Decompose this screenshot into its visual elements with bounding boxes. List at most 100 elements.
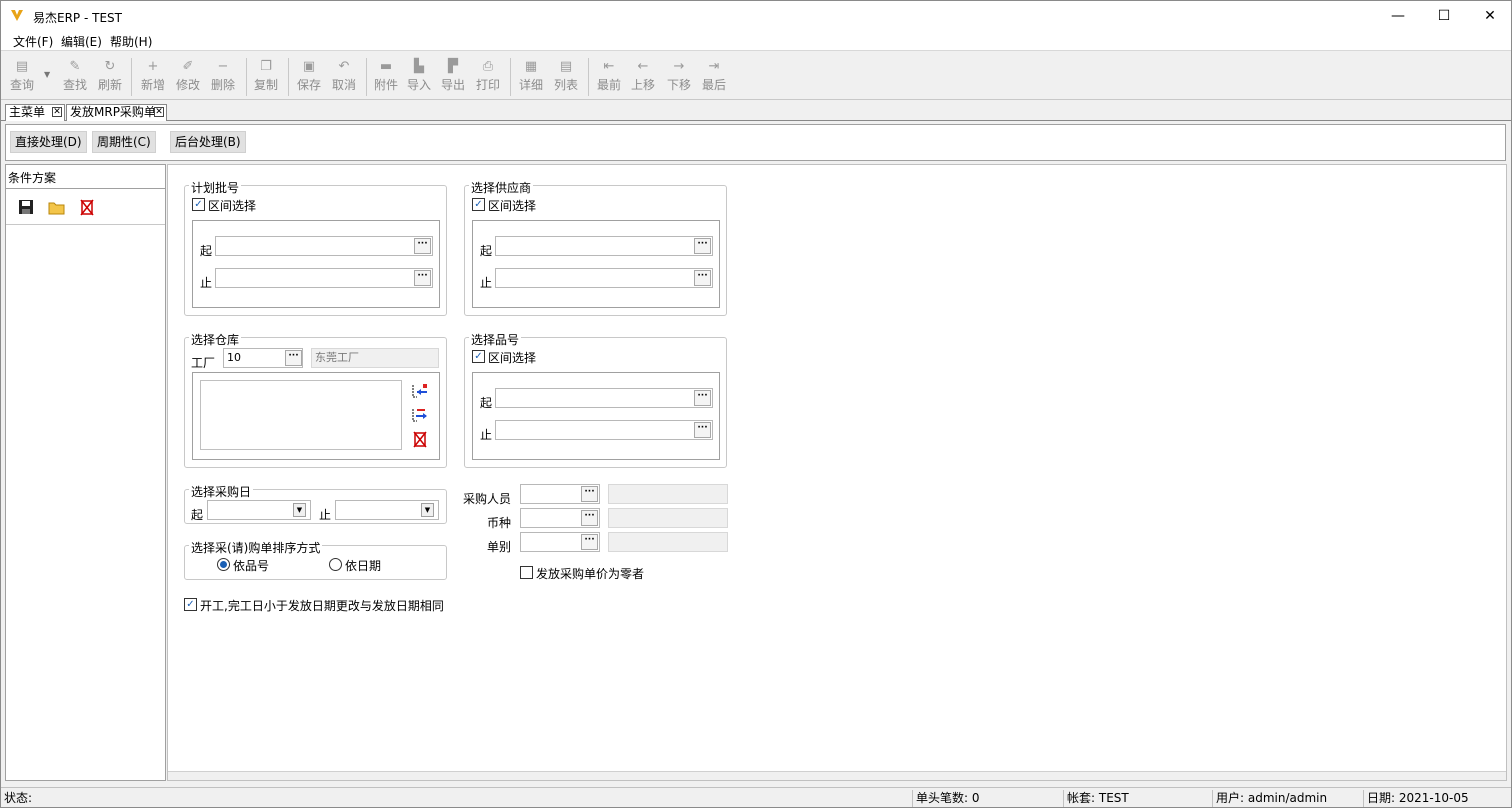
save-button[interactable]: ▣ 保存 [292, 56, 326, 98]
factory-lookup-button[interactable]: ··· [285, 350, 302, 366]
next-button[interactable]: → 下移 [662, 56, 696, 98]
edit-button[interactable]: ✐ 修改 [171, 56, 205, 98]
periodic-button[interactable]: 周期性(C) [92, 131, 156, 153]
item-to-lookup-button[interactable]: ··· [694, 422, 711, 438]
detail-button[interactable]: ▦ 详细 [514, 56, 548, 98]
list-button[interactable]: ▤ 列表 [549, 56, 583, 98]
factory-name-display: 东莞工厂 [311, 348, 439, 368]
list-icon: ▤ [559, 59, 573, 74]
plan-range-checkbox[interactable]: ✓ [192, 198, 205, 211]
doc-type-lookup-button[interactable]: ··· [581, 534, 598, 550]
tab-mrp-purchase[interactable]: 发放MRP采购单 ✕ [66, 104, 167, 121]
save-scheme-icon[interactable] [18, 199, 34, 215]
query-button[interactable]: ▤ 查询 [5, 56, 39, 98]
cancel-button[interactable]: ↶ 取消 [327, 56, 361, 98]
prev-button[interactable]: ← 上移 [626, 56, 660, 98]
insert-warehouse-icon[interactable] [411, 407, 429, 423]
item-range-checkbox[interactable]: ✓ [472, 350, 485, 363]
supplier-range-checkbox[interactable]: ✓ [472, 198, 485, 211]
item-range-box: 起 ··· 止 ··· [472, 372, 720, 460]
title-bar: 易杰ERP - TEST — ☐ ✕ [1, 1, 1511, 31]
warehouse-list[interactable] [200, 380, 402, 450]
chevron-down-icon[interactable]: ▼ [293, 503, 306, 517]
buyer-label: 采购人员 [463, 492, 512, 506]
supplier-range-label: 区间选择 [488, 199, 537, 213]
export-button[interactable]: ▛ 导出 [436, 56, 470, 98]
print-button[interactable]: ⎙ 打印 [471, 56, 505, 98]
divider [6, 188, 165, 189]
sort-by-item-label: 依品号 [233, 559, 270, 573]
plan-from-label: 起 [200, 244, 213, 258]
close-tab-icon[interactable]: ✕ [52, 107, 62, 117]
add-icon: + [147, 59, 159, 74]
copy-button[interactable]: ❐ 复制 [249, 56, 283, 98]
buyer-lookup-button[interactable]: ··· [581, 486, 598, 502]
chevron-down-icon[interactable]: ▼ [421, 503, 434, 517]
undo-icon: ↶ [338, 59, 350, 74]
query-dropdown-icon[interactable]: ▼ [44, 70, 50, 79]
buyer-name-display [608, 484, 728, 504]
import-icon: ▙ [414, 59, 424, 74]
plan-from-input[interactable] [215, 236, 433, 256]
supplier-from-input[interactable] [495, 236, 713, 256]
plan-range-label: 区间选择 [208, 199, 257, 213]
find-icon: ✎ [69, 59, 81, 74]
item-from-lookup-button[interactable]: ··· [694, 390, 711, 406]
currency-label: 币种 [487, 516, 512, 530]
close-tab-icon[interactable]: ✕ [154, 107, 164, 117]
sort-title: 选择采(请)购单排序方式 [189, 539, 323, 556]
plan-to-lookup-button[interactable]: ··· [414, 270, 431, 286]
open-folder-icon[interactable] [48, 200, 66, 215]
item-from-input[interactable] [495, 388, 713, 408]
horizontal-scrollbar[interactable] [168, 771, 1506, 780]
sort-by-date-radio[interactable] [329, 558, 342, 571]
close-button[interactable]: ✕ [1467, 1, 1511, 31]
zero-price-checkbox[interactable]: ✓ [520, 566, 533, 579]
sort-by-date-label: 依日期 [345, 559, 382, 573]
add-button[interactable]: + 新增 [136, 56, 170, 98]
find-button[interactable]: ✎ 查找 [58, 56, 92, 98]
app-window: 易杰ERP - TEST — ☐ ✕ 文件(F) 编辑(E) 帮助(H) ▤ 查询… [0, 0, 1512, 808]
supplier-to-lookup-button[interactable]: ··· [694, 270, 711, 286]
sort-by-item-radio[interactable] [217, 558, 230, 571]
delete-button[interactable]: − 删除 [206, 56, 240, 98]
remove-warehouse-icon[interactable] [412, 430, 428, 448]
menu-file[interactable]: 文件(F) [13, 33, 53, 50]
import-button[interactable]: ▙ 导入 [402, 56, 436, 98]
status-user: 用户: admin/admin [1212, 790, 1327, 807]
item-to-input[interactable] [495, 420, 713, 440]
plan-from-lookup-button[interactable]: ··· [414, 238, 431, 254]
add-warehouse-icon[interactable] [411, 383, 429, 399]
toolbar-separator [510, 58, 511, 96]
last-button[interactable]: ⇥ 最后 [697, 56, 731, 98]
maximize-icon: ☐ [1437, 8, 1451, 24]
currency-lookup-button[interactable]: ··· [581, 510, 598, 526]
direct-process-button[interactable]: 直接处理(D) [10, 131, 87, 153]
plan-to-input[interactable] [215, 268, 433, 288]
same-date-checkbox[interactable]: ✓ [184, 598, 197, 611]
supplier-group: 选择供应商 ✓ 区间选择 起 ··· 止 ··· [464, 179, 727, 316]
supplier-to-input[interactable] [495, 268, 713, 288]
detail-icon: ▦ [524, 59, 538, 74]
minimize-button[interactable]: — [1375, 1, 1421, 31]
warehouse-group: 选择仓库 工厂 10 ··· 东莞工厂 [184, 331, 447, 468]
first-button[interactable]: ⇤ 最前 [592, 56, 626, 98]
refresh-button[interactable]: ↻ 刷新 [93, 56, 127, 98]
delete-scheme-icon[interactable] [79, 198, 95, 216]
menu-help[interactable]: 帮助(H) [110, 33, 152, 50]
last-icon: ⇥ [708, 59, 720, 74]
same-date-label: 开工,完工日小于发放日期更改与发放日期相同 [200, 599, 444, 613]
item-title: 选择品号 [469, 331, 522, 348]
toolbar: ▤ 查询 ▼ ✎ 查找 ↻ 刷新 + 新增 ✐ 修改 − 删除 ❐ 复制 ▣ 保存 ↶ 取消 ▬ 附… [1, 52, 1511, 100]
status-text: 状态: [4, 791, 33, 805]
background-process-button[interactable]: 后台处理(B) [170, 131, 246, 153]
menu-edit[interactable]: 编辑(E) [61, 33, 102, 50]
action-bar: 直接处理(D) 周期性(C) 后台处理(B) [5, 124, 1506, 161]
refresh-icon: ↻ [104, 59, 116, 74]
maximize-button[interactable]: ☐ [1421, 1, 1467, 31]
attach-button[interactable]: ▬ 附件 [369, 56, 403, 98]
tab-main-menu[interactable]: 主菜单 ✕ [5, 104, 65, 121]
supplier-from-label: 起 [480, 244, 493, 258]
supplier-title: 选择供应商 [469, 179, 534, 196]
supplier-from-lookup-button[interactable]: ··· [694, 238, 711, 254]
